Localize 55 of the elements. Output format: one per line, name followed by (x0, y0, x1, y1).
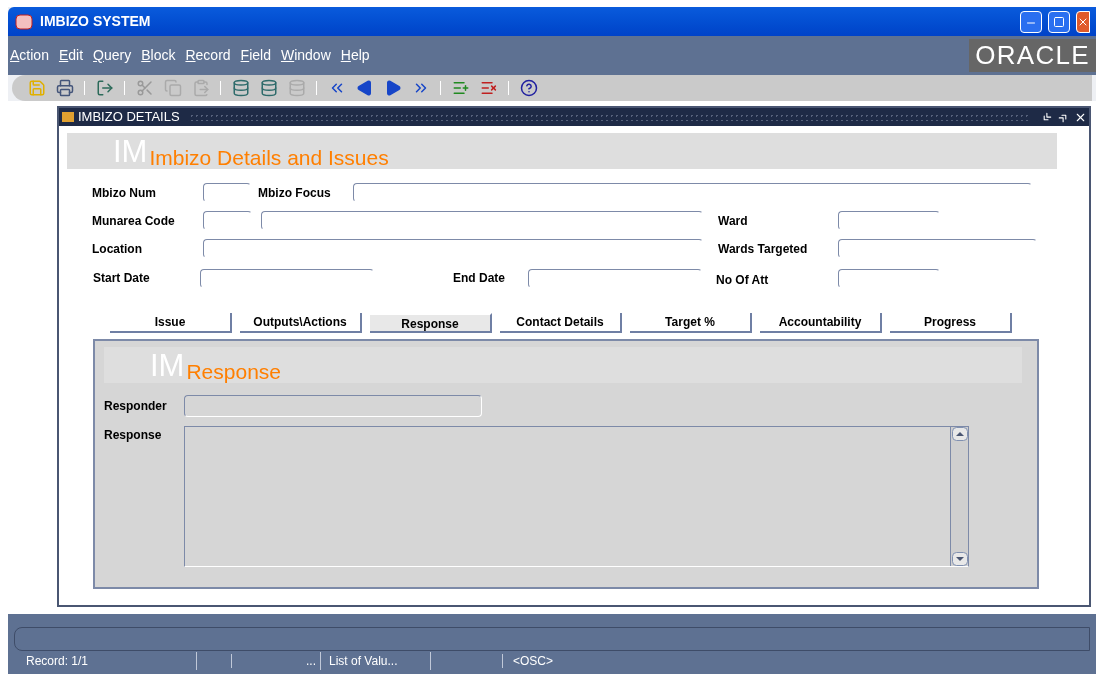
field-label: Response (104, 427, 163, 444)
tab[interactable]: Contact Details (500, 313, 622, 333)
scrollbar[interactable] (950, 427, 968, 566)
field-label: Location (92, 240, 143, 258)
window-title: IMBIZO SYSTEM (40, 12, 151, 31)
menu-item[interactable]: Field (240, 45, 271, 66)
tab[interactable]: Issue (110, 313, 232, 333)
field-label: Munarea Code (92, 212, 176, 230)
exit-icon[interactable] (96, 79, 114, 97)
status-text: <OSC> (512, 653, 554, 670)
menu-item[interactable]: Block (141, 45, 176, 66)
field-label: Mbizo Focus (257, 184, 332, 202)
menu-item[interactable]: Window (280, 45, 331, 66)
brand-logo: ORACLE (969, 39, 1096, 72)
field-label: End Date (452, 270, 506, 287)
tab[interactable]: Response (370, 313, 492, 333)
form-window-title: IMBIZO DETAILS (78, 108, 180, 127)
app-icon (14, 12, 34, 31)
field-label: No Of Att (715, 272, 770, 289)
left-arrow-icon[interactable] (356, 79, 374, 97)
right-arrow-icon[interactable] (384, 79, 402, 97)
status-text: Record: 1/1 (26, 652, 197, 670)
tab[interactable]: Outputs\Actions (240, 313, 362, 333)
form-icon (61, 111, 75, 123)
field-label: Responder (104, 398, 168, 415)
field-label: Ward (717, 212, 749, 230)
tab[interactable]: Accountability (760, 313, 882, 333)
scroll-up-icon[interactable] (951, 427, 968, 441)
delete-record-icon[interactable] (480, 79, 498, 97)
insert-record-icon[interactable] (452, 79, 470, 97)
maximize-button[interactable] (1048, 10, 1070, 33)
close-button[interactable] (1076, 10, 1090, 33)
field-label: Wards Targeted (717, 240, 809, 258)
menu-item[interactable]: Help (340, 45, 370, 66)
printer-icon[interactable] (56, 79, 74, 97)
status-text: ... (232, 652, 321, 670)
menu-item[interactable]: Action (10, 45, 49, 66)
field-label: Mbizo Num (92, 184, 157, 202)
input-field[interactable] (184, 395, 482, 417)
menu-item[interactable]: Query (93, 45, 132, 66)
scissors-icon[interactable] (136, 79, 154, 97)
tab[interactable]: Target % (630, 313, 752, 333)
database-query-icon[interactable] (260, 79, 278, 97)
section-heading: Response (186, 361, 281, 382)
menu-item[interactable]: Record (185, 45, 231, 66)
tab[interactable]: Progress (890, 313, 1012, 333)
field-label: Start Date (92, 270, 151, 287)
maximize-icon (1053, 15, 1065, 28)
section-heading: Imbizo Details and Issues (149, 147, 389, 168)
help-icon[interactable] (520, 79, 538, 97)
menu-item[interactable]: Edit (58, 45, 84, 66)
database-query-icon[interactable] (232, 79, 250, 97)
scroll-down-icon[interactable] (951, 552, 968, 566)
status-text: List of Valu... (321, 652, 431, 670)
minimize-button[interactable] (1020, 10, 1042, 33)
